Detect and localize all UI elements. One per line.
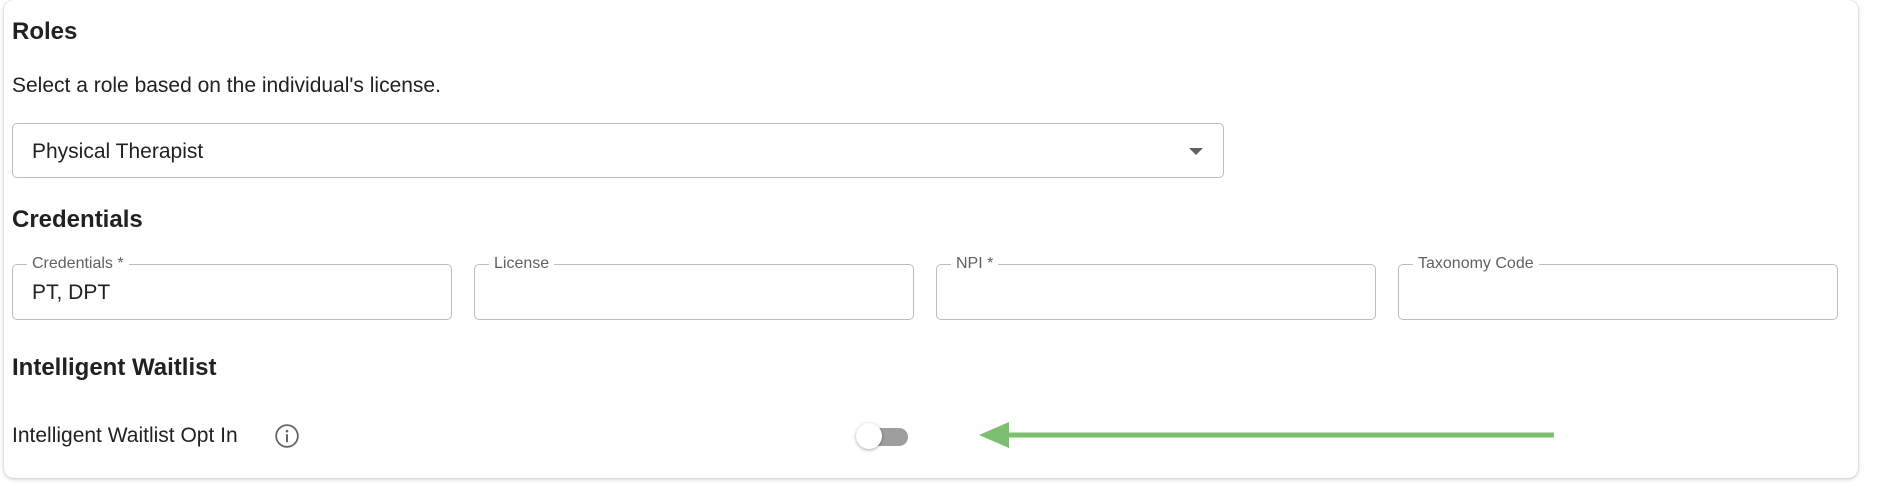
license-field[interactable]: License — [474, 255, 914, 320]
license-field-label: License — [489, 255, 555, 273]
roles-heading: Roles — [12, 18, 78, 45]
roles-description: Select a role based on the individual's … — [12, 74, 441, 97]
credentials-field[interactable]: Credentials * PT, DPT — [12, 255, 452, 320]
annotation-arrow-icon — [979, 422, 1554, 448]
credentials-field-label: Credentials * — [27, 255, 129, 273]
waitlist-opt-in-toggle[interactable] — [856, 421, 912, 451]
toggle-thumb[interactable] — [856, 423, 882, 449]
credentials-field-value[interactable]: PT, DPT — [32, 281, 110, 305]
staff-form-card: Roles Select a role based on the individ… — [4, 0, 1858, 478]
taxonomy-code-field[interactable]: Taxonomy Code — [1398, 255, 1838, 320]
taxonomy-code-field-label: Taxonomy Code — [1413, 255, 1539, 273]
npi-field[interactable]: NPI * — [936, 255, 1376, 320]
credentials-heading: Credentials — [12, 206, 143, 233]
intelligent-waitlist-heading: Intelligent Waitlist — [12, 354, 217, 381]
role-select-value: Physical Therapist — [32, 140, 204, 163]
info-icon[interactable] — [274, 423, 300, 449]
npi-field-label: NPI * — [951, 255, 999, 273]
chevron-down-icon[interactable] — [1189, 148, 1203, 155]
role-select[interactable]: Physical Therapist — [12, 123, 1224, 178]
waitlist-opt-in-label: Intelligent Waitlist Opt In — [12, 424, 238, 447]
